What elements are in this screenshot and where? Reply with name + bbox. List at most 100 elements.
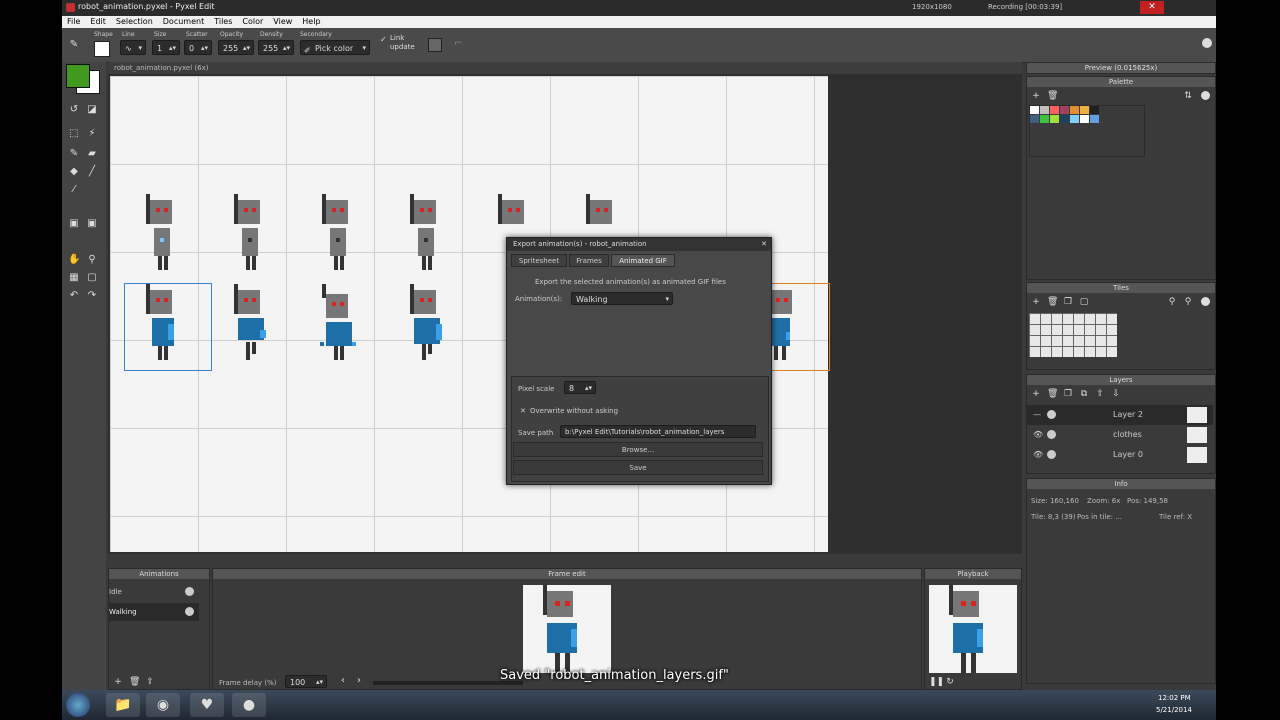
menu-selection[interactable]: Selection (111, 16, 158, 26)
eye-icon[interactable]: 👁 (1033, 425, 1043, 445)
layer-row[interactable]: 👁 Layer 0 (1027, 445, 1213, 465)
tile-stamp-icon[interactable]: ▣ (86, 218, 98, 230)
save-button[interactable]: Save (513, 460, 763, 475)
brush-shape-icon[interactable]: ⌐ (454, 38, 462, 49)
palette-swatch[interactable] (1060, 115, 1069, 123)
redo-icon[interactable]: ↷ (86, 290, 98, 302)
animations-select[interactable]: Walking ▾ (571, 292, 673, 305)
settings-dot[interactable] (1202, 38, 1212, 48)
explorer-taskbar-icon[interactable]: 📁 (106, 693, 140, 717)
magic-wand-icon[interactable]: ⚡ (86, 128, 98, 140)
palette-swatch[interactable] (1060, 106, 1069, 114)
delete-animation-icon[interactable]: 🗑 (129, 677, 140, 687)
menu-color[interactable]: Color (237, 16, 268, 26)
reset-colors-icon[interactable]: ◪ (86, 104, 98, 116)
tiles-settings-dot[interactable] (1201, 297, 1210, 306)
tab-frames[interactable]: Frames (569, 254, 609, 267)
chrome-taskbar-icon[interactable]: ◉ (146, 693, 180, 717)
grid-icon[interactable]: ▦ (68, 272, 80, 284)
add-tile-icon[interactable]: + (1031, 297, 1041, 307)
palette-swatch[interactable] (1050, 106, 1059, 114)
primary-color-swatch[interactable] (66, 64, 90, 88)
link-update-checkbox[interactable]: ✓ (380, 35, 387, 44)
stamp-icon[interactable]: ▣ (68, 218, 80, 230)
palette-swatch[interactable] (1080, 115, 1089, 123)
frame-delay-stepper[interactable]: 100 ▴▾ (285, 675, 327, 688)
palette-swatch[interactable] (1040, 106, 1049, 114)
layer-hidden-icon[interactable]: — (1033, 405, 1041, 425)
pixel-perfect-toggle[interactable] (428, 38, 442, 52)
zoom-icon[interactable]: ⚲ (86, 254, 98, 266)
heart-app-taskbar-icon[interactable]: ♥ (190, 693, 224, 717)
fill-icon[interactable]: ◆ (68, 166, 80, 178)
merge-layer-icon[interactable]: ⧉ (1079, 389, 1089, 399)
brush-shape-square[interactable] (94, 41, 110, 57)
line-mode-select[interactable]: ∿ ▾ (120, 40, 146, 55)
opacity-stepper[interactable]: 255 ▴▾ (218, 40, 254, 55)
menu-tiles[interactable]: Tiles (209, 16, 237, 26)
size-stepper[interactable]: 1 ▴▾ (152, 40, 180, 55)
zoom-out-tiles-icon[interactable]: ⚲ (1183, 297, 1193, 307)
eye-icon[interactable]: 👁 (1033, 445, 1043, 465)
hand-icon[interactable]: ✋ (68, 254, 80, 266)
delete-color-icon[interactable]: 🗑 (1047, 91, 1058, 101)
start-button[interactable] (66, 693, 90, 717)
overwrite-checkbox[interactable]: ✕ (520, 407, 526, 415)
browse-button[interactable]: Browse... (513, 442, 763, 457)
save-path-input[interactable]: b:\Pyxel Edit\Tutorials\robot_animation_… (560, 425, 756, 438)
palette-swatch[interactable] (1070, 115, 1079, 123)
menu-help[interactable]: Help (297, 16, 325, 26)
eraser-icon[interactable]: ▰ (86, 148, 98, 160)
zoom-in-tiles-icon[interactable]: ⚲ (1167, 297, 1177, 307)
delete-layer-icon[interactable]: 🗑 (1047, 389, 1058, 399)
add-layer-icon[interactable]: + (1031, 389, 1041, 399)
undo-icon[interactable]: ↶ (68, 290, 80, 302)
palette-settings-dot[interactable] (1201, 91, 1210, 100)
palette-swatch[interactable] (1030, 106, 1039, 114)
pause-icon[interactable]: ❚❚ (929, 677, 944, 687)
pixel-scale-stepper[interactable]: 8 ▴▾ (564, 381, 596, 394)
tile-grid[interactable] (1029, 313, 1117, 357)
secondary-select[interactable]: ✐ Pick color ▾ (300, 40, 370, 55)
palette-swatch[interactable] (1040, 115, 1049, 123)
prev-frame-icon[interactable]: ‹ (341, 675, 345, 686)
delete-tile-icon[interactable]: 🗑 (1047, 297, 1058, 307)
loop-icon[interactable]: ↻ (945, 677, 955, 687)
palette-swatch[interactable] (1050, 115, 1059, 123)
recorder-taskbar-icon[interactable]: ● (232, 693, 266, 717)
eyedropper-icon[interactable]: ⁄ (68, 184, 80, 196)
layer-down-icon[interactable]: ⇩ (1111, 389, 1121, 399)
menu-file[interactable]: File (62, 16, 85, 26)
frame-edit-preview[interactable] (523, 585, 611, 673)
pen-icon[interactable]: ✎ (68, 148, 80, 160)
palette-swatches[interactable] (1030, 106, 1110, 126)
next-frame-icon[interactable]: › (357, 675, 361, 686)
menu-document[interactable]: Document (158, 16, 209, 26)
density-stepper[interactable]: 255 ▴▾ (258, 40, 294, 55)
palette-grid[interactable] (1029, 105, 1145, 157)
add-color-icon[interactable]: + (1031, 91, 1041, 101)
animation-item-idle[interactable]: Idle (109, 583, 199, 601)
palette-swatch[interactable] (1090, 115, 1099, 123)
palette-swatch[interactable] (1070, 106, 1079, 114)
close-window-button[interactable]: ✕ (1140, 1, 1164, 14)
tab-animated-gif[interactable]: Animated GIF (611, 254, 675, 267)
menu-view[interactable]: View (268, 16, 297, 26)
animation-play-dot[interactable] (185, 587, 194, 596)
palette-options-icon[interactable]: ⇅ (1183, 91, 1193, 101)
line-tool-icon[interactable]: ╱ (86, 166, 98, 178)
animation-play-dot[interactable] (185, 607, 194, 616)
tile-frame-icon[interactable]: ▢ (1079, 297, 1089, 307)
layer-row[interactable]: — Layer 2 (1027, 405, 1213, 425)
animation-item-walking[interactable]: Walking (109, 603, 199, 621)
palette-swatch[interactable] (1030, 115, 1039, 123)
layer-up-icon[interactable]: ⇧ (1095, 389, 1105, 399)
duplicate-layer-icon[interactable]: ❐ (1063, 389, 1073, 399)
add-animation-icon[interactable]: + (113, 677, 123, 687)
palette-swatch[interactable] (1080, 106, 1089, 114)
layer-lock-dot[interactable] (1047, 430, 1056, 439)
document-tab[interactable]: robot_animation.pyxel (6x) (108, 62, 1022, 74)
select-icon[interactable]: ⬚ (68, 128, 80, 140)
duplicate-tile-icon[interactable]: ❐ (1063, 297, 1073, 307)
close-dialog-icon[interactable]: ✕ (761, 238, 767, 251)
